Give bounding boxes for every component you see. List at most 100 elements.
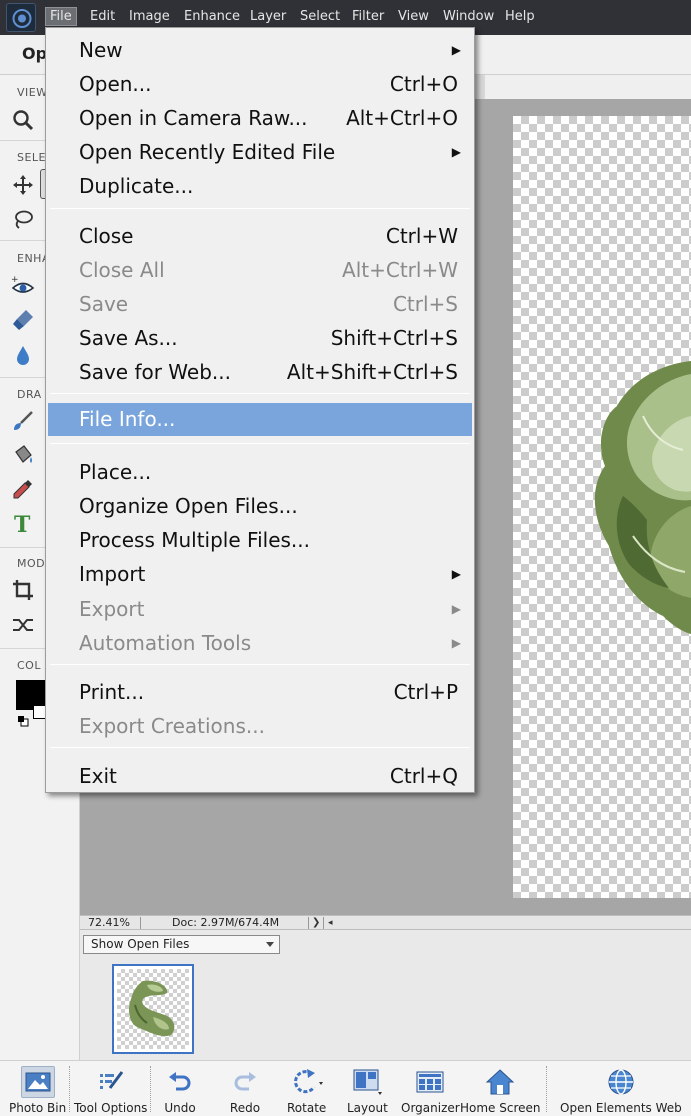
straighten-tool-icon[interactable] [9,611,37,639]
menu-enhance[interactable]: Enhance [184,9,240,25]
submenu-arrow-icon: ▶ [451,145,461,159]
home-icon [483,1066,517,1098]
lasso-tool-icon[interactable] [9,206,37,234]
menu-item-close-all: Close All Alt+Ctrl+W [46,255,474,285]
menu-image[interactable]: Image [129,9,170,25]
menu-view[interactable]: View [398,9,429,25]
menu-item-open-camera-raw[interactable]: Open in Camera Raw... Alt+Ctrl+O [46,103,474,133]
menu-item-duplicate[interactable]: Duplicate... [46,171,474,201]
photo-bin-selector[interactable]: Show Open Files [83,935,280,954]
menu-item-save-as[interactable]: Save As... Shift+Ctrl+S [46,323,474,353]
move-tool-icon[interactable] [9,171,37,199]
document-canvas[interactable] [513,116,691,898]
toolbox-divider [0,377,46,378]
red-eye-tool-icon[interactable]: + [9,273,37,301]
redo-icon [228,1066,262,1098]
file-menu-dropdown: New ▶ Open... Ctrl+O Open in Camera Raw.… [45,27,475,793]
photo-bin-button[interactable]: Photo Bin [9,1066,66,1115]
submenu-arrow-icon: ▶ [451,43,461,57]
toolbox-divider [0,240,46,241]
cabbage-image [594,361,691,634]
globe-icon [604,1066,638,1098]
menu-edit[interactable]: Edit [90,9,115,25]
toolbox-divider [0,648,46,649]
brush-tool-icon[interactable] [9,407,37,435]
redo-label: Redo [229,1101,261,1115]
menu-filter[interactable]: Filter [352,9,384,25]
rotate-button[interactable]: Rotate [287,1066,326,1115]
blur-tool-icon[interactable] [9,341,37,369]
submenu-arrow-icon: ▶ [451,602,461,616]
home-screen-button[interactable]: Home Screen [460,1066,541,1115]
app-logo-icon[interactable] [6,3,36,32]
undo-button[interactable]: Undo [163,1066,197,1115]
menu-separator [50,747,470,748]
menu-layer[interactable]: Layer [250,9,286,25]
status-divider [140,917,141,929]
type-tool-icon[interactable]: T [9,510,37,538]
eyedropper-icon[interactable] [9,475,37,503]
menu-window[interactable]: Window [443,9,494,25]
paint-bucket-icon[interactable] [9,441,37,469]
shortcut: Alt+Shift+Ctrl+S [286,360,458,384]
shortcut: Ctrl+P [393,680,458,704]
taskbar-separator [69,1066,70,1112]
status-bar: 72.41% Doc: 2.97M/674.4M ❯ ◂ [80,915,691,930]
submenu-arrow-icon: ▶ [451,567,461,581]
scroll-left-icon[interactable]: ◂ [328,916,333,930]
tool-options-button[interactable]: Tool Options [74,1066,147,1115]
shortcut: Ctrl+Q [389,764,458,788]
menu-item-close[interactable]: Close Ctrl+W [46,221,474,251]
menu-separator [50,208,470,209]
menu-help[interactable]: Help [505,9,535,25]
menu-item-print[interactable]: Print... Ctrl+P [46,677,474,707]
shortcut: Shift+Ctrl+S [330,326,458,350]
zoom-level[interactable]: 72.41% [88,916,130,930]
shortcut: Ctrl+S [392,292,458,316]
organizer-button[interactable]: Organizer [401,1066,460,1115]
menu-select[interactable]: Select [300,9,340,25]
menu-item-open[interactable]: Open... Ctrl+O [46,69,474,99]
menu-item-file-info[interactable]: File Info... [48,403,472,436]
menu-item-exit[interactable]: Exit Ctrl+Q [46,761,474,791]
submenu-arrow-icon: ▶ [451,636,461,650]
status-divider [323,917,324,929]
rotate-label: Rotate [287,1101,327,1115]
shortcut: Ctrl+W [385,224,458,248]
spot-healing-brush-icon[interactable] [9,306,37,334]
menu-separator [50,443,470,444]
menu-item-place[interactable]: Place... [46,457,474,487]
document-tab[interactable] [485,75,691,99]
menu-item-open-recently-edited[interactable]: Open Recently Edited File ▶ [46,137,474,167]
menu-item-process-multiple-files[interactable]: Process Multiple Files... [46,525,474,555]
taskbar-separator [150,1066,151,1112]
toolbox-divider [0,547,46,548]
menu-item-export: Export ▶ [46,594,474,624]
menu-separator [50,393,470,394]
undo-icon [163,1066,197,1098]
document-size: Doc: 2.97M/674.4M [172,916,280,929]
open-elements-web-button[interactable]: Open Elements Web [560,1066,682,1115]
photo-bin-label: Photo Bin [9,1101,67,1115]
zoom-tool-icon[interactable] [9,106,37,134]
menu-item-save: Save Ctrl+S [46,289,474,319]
menu-file[interactable]: File [45,7,77,26]
layout-label: Layout [347,1101,388,1115]
menu-item-save-for-web[interactable]: Save for Web... Alt+Shift+Ctrl+S [46,357,474,387]
toolbox-section-modify: MOD [17,557,46,570]
toolbox-section-select: SELE [17,151,47,164]
status-menu-arrow-icon[interactable]: ❯ [312,916,320,930]
undo-label: Undo [164,1101,196,1115]
layout-button[interactable]: Layout [347,1066,388,1115]
options-bar-label: Op [22,44,48,63]
redo-button[interactable]: Redo [228,1066,262,1115]
shortcut: Alt+Ctrl+O [346,106,458,130]
menu-item-new[interactable]: New ▶ [46,35,474,65]
photo-bin-thumbnail[interactable] [112,964,194,1054]
default-colors-icon[interactable] [17,712,29,727]
crop-tool-icon[interactable] [9,576,37,604]
toolbox-divider [0,140,46,141]
menu-item-import[interactable]: Import ▶ [46,559,474,589]
menu-item-organize-open-files[interactable]: Organize Open Files... [46,491,474,521]
status-divider [308,917,309,929]
